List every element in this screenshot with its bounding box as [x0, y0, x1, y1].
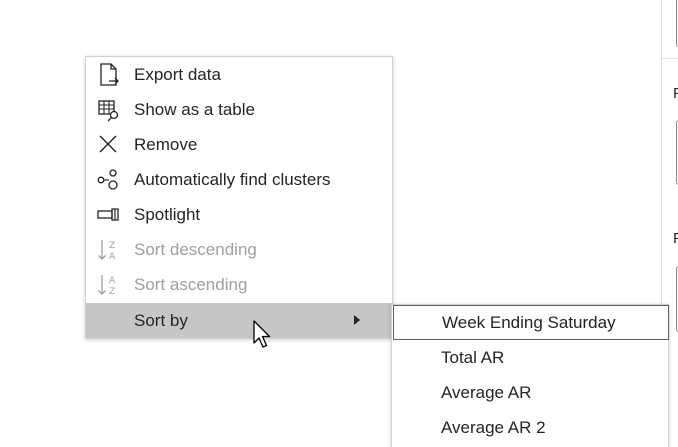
- menu-item-label: Sort descending: [134, 240, 257, 259]
- submenu-item-week-ending-saturday[interactable]: Week Ending Saturday: [393, 305, 669, 340]
- mouse-pointer-icon: [253, 320, 271, 348]
- menu-item-spotlight[interactable]: Spotlight: [86, 197, 392, 232]
- menu-item-sort-ascending[interactable]: AZ Sort ascending: [86, 267, 392, 302]
- menu-item-label: Spotlight: [134, 205, 201, 224]
- pane-section-label: F: [673, 230, 678, 247]
- submenu-item-label: Week Ending Saturday: [442, 313, 616, 332]
- menu-item-label: Show as a table: [134, 100, 255, 119]
- submenu-item-average-ar[interactable]: Average AR: [392, 375, 668, 410]
- submenu-arrow-icon: [354, 315, 360, 325]
- export-data-icon: [96, 62, 122, 88]
- submenu-item-average-ar-2[interactable]: Average AR 2: [392, 410, 668, 445]
- visual-context-menu: Export data Show as a table Remove Autom…: [85, 56, 393, 339]
- sort-ascending-icon: AZ: [96, 272, 122, 298]
- sort-descending-icon: ZA: [96, 237, 122, 263]
- menu-item-label: Remove: [134, 135, 198, 154]
- submenu-item-label: Average AR: [441, 383, 532, 402]
- menu-item-label: Sort by: [134, 311, 188, 330]
- svg-text:A: A: [109, 252, 116, 262]
- clusters-icon: [96, 167, 122, 193]
- menu-item-label: Export data: [134, 65, 221, 84]
- submenu-item-label: Average AR 2: [441, 418, 546, 437]
- menu-item-show-as-table[interactable]: Show as a table: [86, 92, 392, 127]
- pane-separator: [662, 58, 678, 59]
- show-as-table-icon: [96, 97, 122, 123]
- menu-item-label: Automatically find clusters: [134, 170, 331, 189]
- pane-section-label: F: [673, 85, 678, 102]
- svg-text:A: A: [109, 276, 116, 286]
- sort-by-submenu: Week Ending Saturday Total AR Average AR…: [391, 304, 669, 447]
- submenu-item-label: Total AR: [441, 348, 505, 367]
- menu-item-label: Sort ascending: [134, 275, 248, 294]
- menu-item-sort-by[interactable]: Sort by: [86, 303, 392, 338]
- svg-text:Z: Z: [109, 287, 115, 297]
- spotlight-icon: [96, 202, 122, 228]
- menu-item-remove[interactable]: Remove: [86, 127, 392, 162]
- remove-icon: [96, 132, 122, 158]
- svg-text:Z: Z: [109, 241, 115, 251]
- menu-item-export-data[interactable]: Export data: [86, 57, 392, 92]
- menu-item-sort-descending[interactable]: ZA Sort descending: [86, 232, 392, 267]
- menu-item-find-clusters[interactable]: Automatically find clusters: [86, 162, 392, 197]
- submenu-item-total-ar[interactable]: Total AR: [392, 340, 668, 375]
